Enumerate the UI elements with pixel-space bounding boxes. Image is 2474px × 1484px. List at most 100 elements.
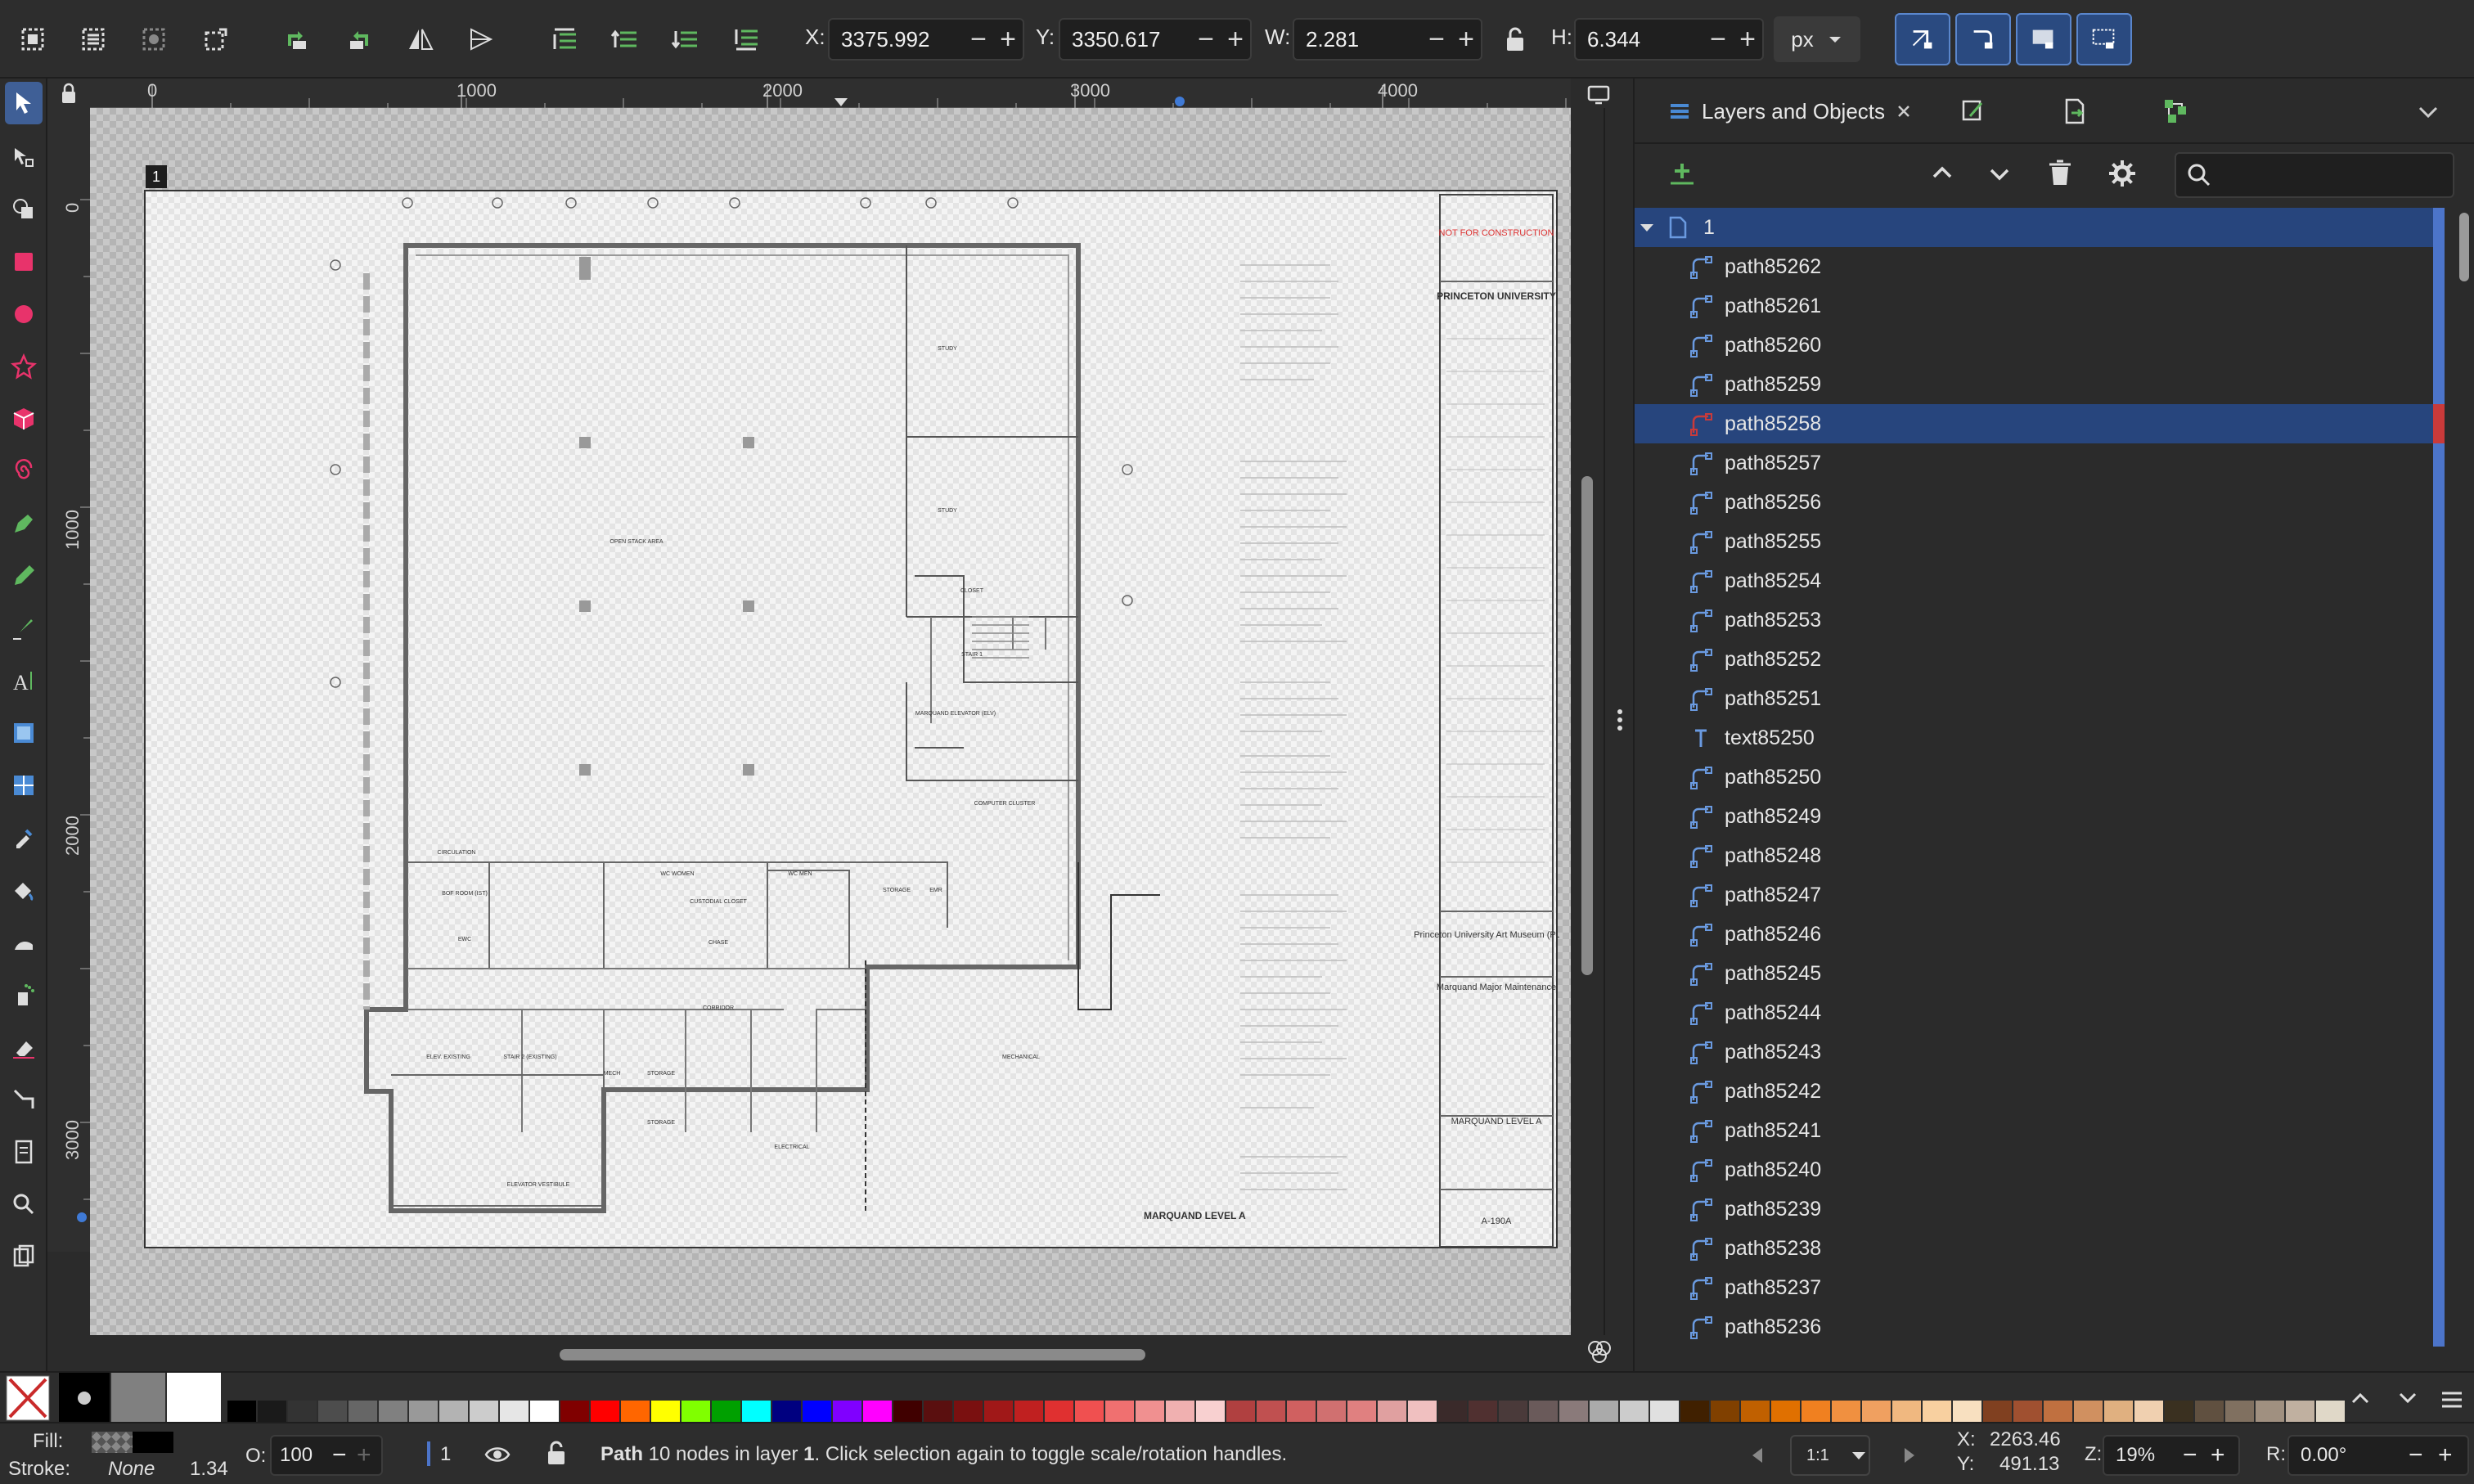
- object-row[interactable]: path85244: [1635, 993, 2445, 1032]
- zoom-field[interactable]: 19% − +: [2103, 1435, 2240, 1476]
- palette-swatch[interactable]: [863, 1401, 892, 1423]
- palette-swatch[interactable]: [1075, 1401, 1104, 1423]
- star-tool[interactable]: [5, 345, 43, 388]
- select-all-icon[interactable]: [11, 18, 54, 61]
- display-mode-icon[interactable]: [1582, 79, 1615, 108]
- shape-builder-tool[interactable]: [5, 188, 43, 231]
- node-tool[interactable]: [5, 136, 43, 178]
- object-row[interactable]: path85262: [1635, 247, 2445, 286]
- h-value[interactable]: 6.344: [1576, 27, 1703, 52]
- palette-swatch[interactable]: [1317, 1401, 1346, 1423]
- palette-swatch[interactable]: [1408, 1401, 1437, 1423]
- panel-scrollbar[interactable]: [2458, 209, 2471, 1347]
- palette-swatch[interactable]: [1590, 1401, 1618, 1423]
- page-prev-button[interactable]: [1748, 1443, 1769, 1472]
- palette-swatch[interactable]: [2134, 1401, 2163, 1423]
- move-down-button[interactable]: [1985, 159, 2014, 192]
- ellipse-tool[interactable]: [5, 293, 43, 335]
- deselect-icon[interactable]: [133, 18, 175, 61]
- toggle-lock-button[interactable]: [543, 1438, 569, 1472]
- raise-to-top-icon[interactable]: [543, 18, 586, 61]
- page-next-button[interactable]: [1898, 1443, 1919, 1472]
- palette-swatch[interactable]: [1499, 1401, 1527, 1423]
- palette-swatch[interactable]: [227, 1401, 256, 1423]
- zoom-value[interactable]: 19%: [2104, 1444, 2183, 1467]
- rotation-value[interactable]: 0.00°: [2289, 1444, 2409, 1467]
- flip-vertical-icon[interactable]: [460, 18, 502, 61]
- palette-swatch[interactable]: [530, 1401, 559, 1423]
- tweak-tool[interactable]: [5, 921, 43, 964]
- palette-swatch[interactable]: [2225, 1401, 2254, 1423]
- fill-color-swatch[interactable]: [133, 1432, 173, 1453]
- palette-swatch[interactable]: [1045, 1401, 1073, 1423]
- panel-splitter[interactable]: [1604, 108, 1633, 1335]
- pages-tool[interactable]: [5, 1131, 43, 1173]
- spiral-tool[interactable]: [5, 450, 43, 492]
- lock-guides-icon[interactable]: [47, 79, 90, 108]
- palette-swatch[interactable]: [288, 1401, 317, 1423]
- palette-menu-button[interactable]: [2438, 1386, 2466, 1418]
- palette-swatch[interactable]: [2104, 1401, 2133, 1423]
- 3d-box-tool[interactable]: [5, 398, 43, 440]
- palette-swatch[interactable]: [833, 1401, 861, 1423]
- measure-tool[interactable]: [5, 1235, 43, 1278]
- select-all-layers-icon[interactable]: [72, 18, 115, 61]
- palette-swatch[interactable]: [621, 1401, 650, 1423]
- palette-swatch[interactable]: [2286, 1401, 2314, 1423]
- palette-swatch[interactable]: [1771, 1401, 1800, 1423]
- palette-swatch[interactable]: [2013, 1401, 2042, 1423]
- object-row[interactable]: path85247: [1635, 875, 2445, 915]
- h-field[interactable]: 6.344 − +: [1574, 18, 1764, 61]
- object-row[interactable]: path85253: [1635, 600, 2445, 640]
- eraser-tool[interactable]: [5, 1026, 43, 1068]
- palette-swatch[interactable]: [2044, 1401, 2072, 1423]
- palette-swatch[interactable]: [681, 1401, 710, 1423]
- scroll-thumb[interactable]: [560, 1349, 1145, 1360]
- palette-swatch[interactable]: [2316, 1401, 2345, 1423]
- palette-swatch[interactable]: [349, 1401, 377, 1423]
- w-decrement-button[interactable]: −: [1422, 23, 1451, 56]
- palette-swatch[interactable]: [1559, 1401, 1588, 1423]
- rotate-increment-button[interactable]: +: [2438, 1441, 2467, 1469]
- x-increment-button[interactable]: +: [993, 23, 1023, 56]
- dropper-tool[interactable]: [5, 816, 43, 859]
- gray-swatch[interactable]: [111, 1373, 165, 1423]
- black-swatch[interactable]: [59, 1373, 110, 1423]
- palette-swatch[interactable]: [1953, 1401, 1981, 1423]
- palette-swatch[interactable]: [1469, 1401, 1497, 1423]
- palette-swatch[interactable]: [1923, 1401, 1951, 1423]
- palette-scroll-down[interactable]: [2395, 1386, 2420, 1414]
- y-increment-button[interactable]: +: [1221, 23, 1250, 56]
- no-paint-swatch[interactable]: [0, 1373, 56, 1423]
- object-row[interactable]: path85245: [1635, 954, 2445, 993]
- connector-tool[interactable]: [5, 1078, 43, 1121]
- palette-swatch[interactable]: [318, 1401, 347, 1423]
- palette-swatch[interactable]: [1257, 1401, 1285, 1423]
- object-row[interactable]: path85242: [1635, 1072, 2445, 1111]
- flip-horizontal-icon[interactable]: [399, 18, 442, 61]
- rotate-cw-icon[interactable]: [337, 18, 380, 61]
- object-row[interactable]: path85251: [1635, 679, 2445, 718]
- x-value[interactable]: 3375.992: [830, 27, 964, 52]
- object-row[interactable]: path85246: [1635, 915, 2445, 954]
- palette-swatch[interactable]: [409, 1401, 438, 1423]
- h-decrement-button[interactable]: −: [1703, 23, 1733, 56]
- palette-swatch[interactable]: [1226, 1401, 1255, 1423]
- w-increment-button[interactable]: +: [1451, 23, 1481, 56]
- text-tool[interactable]: A: [5, 659, 43, 702]
- palette-swatch[interactable]: [1862, 1401, 1891, 1423]
- palette-swatch[interactable]: [1650, 1401, 1679, 1423]
- palette-swatch[interactable]: [742, 1401, 771, 1423]
- rotation-field[interactable]: 0.00° − +: [2287, 1435, 2469, 1476]
- lower-icon[interactable]: [664, 18, 707, 61]
- scroll-thumb[interactable]: [1581, 476, 1593, 975]
- palette-swatch[interactable]: [2074, 1401, 2103, 1423]
- object-row[interactable]: path85243: [1635, 1032, 2445, 1072]
- y-field[interactable]: 3350.617 − +: [1059, 18, 1252, 61]
- object-row[interactable]: path85237: [1635, 1268, 2445, 1307]
- paint-bucket-tool[interactable]: [5, 869, 43, 911]
- layer-row-root[interactable]: 1: [1635, 208, 2445, 247]
- vertical-scrollbar[interactable]: [1571, 108, 1604, 1335]
- palette-swatch[interactable]: [2195, 1401, 2224, 1423]
- close-icon[interactable]: [1895, 102, 1913, 120]
